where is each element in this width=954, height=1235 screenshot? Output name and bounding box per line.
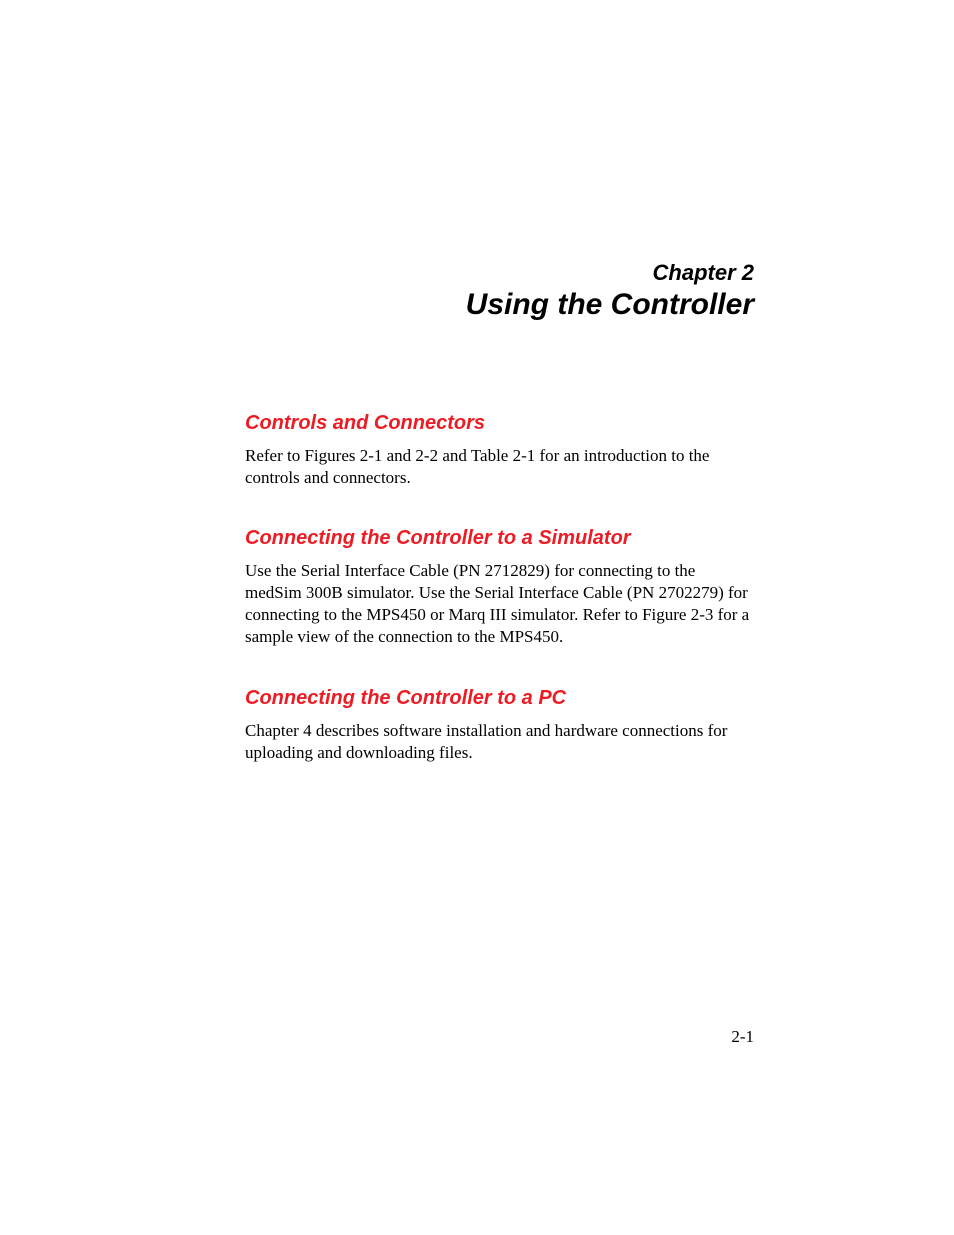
page-number: 2-1: [731, 1027, 754, 1047]
section-heading: Connecting the Controller to a Simulator: [245, 527, 754, 550]
section-connecting-simulator: Connecting the Controller to a Simulator…: [245, 527, 754, 648]
section-controls-connectors: Controls and Connectors Refer to Figures…: [245, 412, 754, 489]
section-body: Refer to Figures 2-1 and 2-2 and Table 2…: [245, 445, 754, 489]
page-content: Chapter 2 Using the Controller Controls …: [245, 260, 754, 802]
chapter-label: Chapter 2: [245, 260, 754, 286]
section-body: Use the Serial Interface Cable (PN 27128…: [245, 560, 754, 648]
chapter-title: Using the Controller: [245, 288, 754, 322]
section-connecting-pc: Connecting the Controller to a PC Chapte…: [245, 687, 754, 764]
section-heading: Connecting the Controller to a PC: [245, 687, 754, 710]
section-heading: Controls and Connectors: [245, 412, 754, 435]
section-body: Chapter 4 describes software installatio…: [245, 720, 754, 764]
